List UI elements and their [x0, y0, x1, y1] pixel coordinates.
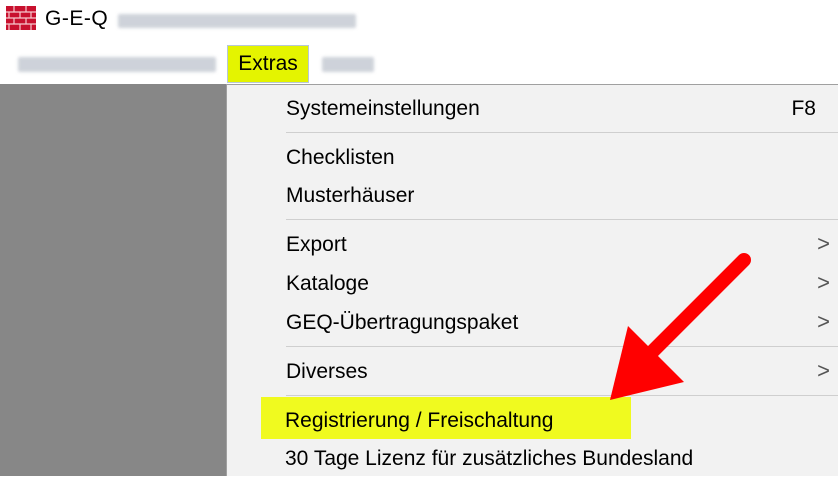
menu-item-label: Checklisten	[286, 146, 395, 169]
menu-item-musterhaeuser[interactable]: Musterhäuser	[286, 178, 838, 214]
menu-item-label: Kataloge	[286, 272, 369, 295]
menu-item-label: Diverses	[286, 360, 368, 383]
menu-item-label: Systemeinstellungen	[286, 97, 480, 120]
app-title: G-E-Q	[45, 7, 109, 30]
chevron-right-icon: >	[817, 270, 830, 295]
chevron-right-icon: >	[817, 309, 830, 334]
menu-item-label: GEQ-Übertragungspaket	[286, 311, 519, 334]
brick-wall-icon	[6, 6, 36, 30]
title-bar: G-E-Q	[0, 0, 838, 40]
chevron-right-icon: >	[817, 358, 830, 383]
menu-item-label: Export	[286, 233, 347, 256]
workspace-pane	[0, 84, 226, 476]
menu-separator	[286, 219, 838, 220]
shortcut-label: F8	[791, 97, 816, 120]
menu-item-blurred-1[interactable]	[18, 57, 216, 72]
menu-item-lizenz[interactable]: 30 Tage Lizenz für zusätzliches Bundesla…	[285, 441, 838, 477]
red-arrow-annotation	[610, 253, 751, 400]
menu-item-label: 30 Tage Lizenz für zusätzliches Bundesla…	[285, 447, 694, 470]
menu-item-checklisten[interactable]: Checklisten	[286, 140, 838, 176]
chevron-right-icon: >	[817, 231, 830, 256]
menu-bar	[0, 45, 838, 83]
menu-item-label: Registrierung / Freischaltung	[285, 409, 554, 432]
menu-extras[interactable]: Extras	[227, 45, 309, 83]
blurred-version-text	[118, 14, 356, 28]
menu-item-systemeinstellungen[interactable]: Systemeinstellungen F8	[286, 91, 838, 127]
menu-separator	[286, 132, 838, 133]
menu-item-blurred-2[interactable]	[322, 57, 374, 72]
menu-item-label: Musterhäuser	[286, 184, 415, 207]
